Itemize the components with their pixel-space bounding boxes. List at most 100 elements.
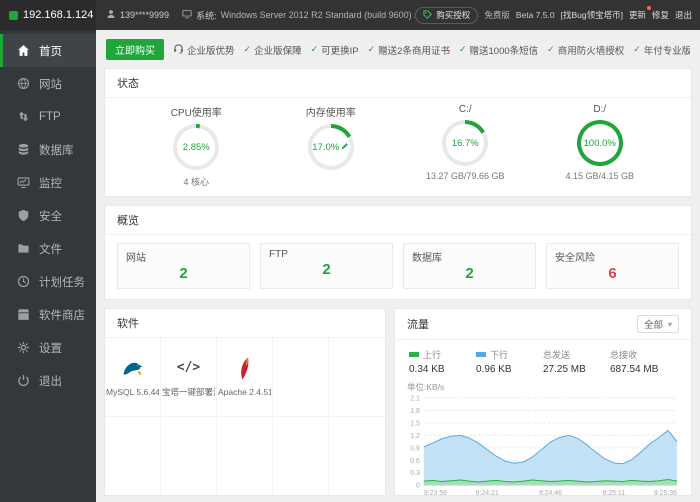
status-title: 状态: [117, 75, 139, 91]
check-icon: ✓: [459, 44, 467, 55]
svg-text:2.1: 2.1: [410, 395, 420, 402]
software-item[interactable]: </> 宝塔一键部署源码 2.0▶: [161, 338, 217, 417]
gauge-sub: [264, 175, 399, 186]
promo-feature[interactable]: ✓赠送2条商用证书: [368, 43, 450, 57]
promo-feature[interactable]: ✓赠送1000条短信: [459, 43, 538, 57]
overview-site[interactable]: 网站 2: [117, 243, 250, 289]
promo-feature[interactable]: ✓企业版保障: [244, 43, 302, 57]
promo-feature[interactable]: ✓年付专业版服务器: [633, 43, 690, 57]
sidebar-item-home[interactable]: 首页: [0, 34, 96, 67]
sidebar-menu: 首页 网站 FTP 数据库 监控 安全 文件 计划任务 软件商店 设置 退出: [0, 34, 96, 397]
legend-total-received: 总接收 687.54 MB: [610, 348, 677, 375]
topbar-logout-link[interactable]: 退出: [675, 9, 692, 21]
legend-up: 上行 0.34 KB: [409, 348, 476, 375]
monitor-icon: [182, 9, 192, 21]
software-empty-cell: [105, 417, 161, 496]
check-icon: ✓: [633, 44, 641, 55]
legend-color-swatch: [476, 352, 486, 357]
gauge-label: 内存使用率: [264, 104, 399, 119]
overview-boxes: 网站 2 FTP 2 数据库 2 安全风险 6: [105, 235, 691, 299]
overview-value: 6: [555, 265, 670, 282]
sidebar-item-label: 设置: [39, 340, 62, 356]
overview-risk[interactable]: 安全风险 6: [546, 243, 679, 289]
logout-icon: [17, 374, 30, 387]
promo-feature[interactable]: 企业版优势: [173, 43, 235, 57]
mysql-icon: [121, 356, 145, 380]
buy-now-button[interactable]: 立即购买: [106, 39, 164, 60]
sidebar-item-database[interactable]: 数据库: [0, 133, 96, 166]
promo-feature[interactable]: ✓可更换IP: [311, 43, 359, 57]
topbar: 192.168.1.124 139****9999 系统: Windows Se…: [0, 0, 700, 30]
gauge-ring: 2.85%: [173, 124, 219, 170]
version-text: Beta 7.5.0: [516, 10, 555, 20]
legend-down: 下行 0.96 KB: [476, 348, 543, 375]
sidebar: 首页 网站 FTP 数据库 监控 安全 文件 计划任务 软件商店 设置 退出: [0, 30, 96, 502]
license-badge[interactable]: 购买授权: [415, 7, 478, 24]
svg-text:9:23:56: 9:23:56: [424, 490, 447, 497]
check-icon: ✓: [244, 44, 252, 55]
promo-feature[interactable]: ✓商用防火墙授权: [547, 43, 624, 57]
site-icon: [17, 77, 30, 90]
user-icon: [106, 9, 116, 21]
gauge-value: 16.7%: [452, 138, 479, 149]
status-card: 状态 CPU使用率 2.85% 4 核心 内存使用率 17.0% C:/ 16.…: [104, 68, 692, 197]
gauge-value: 2.85%: [183, 142, 210, 153]
main-content: 立即购买 企业版优势 ✓企业版保障 ✓可更换IP ✓赠送2条商用证书 ✓赠送1000条短…: [96, 30, 700, 502]
files-icon: [17, 242, 30, 255]
overview-value: 2: [269, 261, 384, 278]
svg-text:9:25:11: 9:25:11: [602, 490, 625, 497]
deploy-icon: </>: [177, 355, 200, 379]
home-icon: [17, 44, 30, 57]
cron-icon: [17, 275, 30, 288]
gauge-disk-d: D:/ 100.0% 4.15 GB/4.15 GB: [533, 104, 668, 188]
software-item[interactable]: Apache 2.4.51▶: [217, 338, 273, 417]
traffic-legend: 上行 0.34 KB 下行 0.96 KB 总发送 27.25 MB 总接收 6…: [395, 340, 691, 377]
overview-ftp[interactable]: FTP 2: [260, 243, 393, 289]
check-icon: ✓: [368, 44, 376, 55]
sidebar-item-security[interactable]: 安全: [0, 199, 96, 232]
software-empty-cell: [273, 417, 329, 496]
traffic-chart: 00.30.60.91.21.51.82.19:23:569:24:219:24…: [403, 393, 683, 498]
sidebar-item-label: 退出: [39, 373, 62, 389]
svg-text:0.9: 0.9: [410, 445, 420, 452]
svg-text:0: 0: [416, 483, 420, 490]
chart-unit-label: 单位:KB/s: [395, 377, 691, 393]
sidebar-item-ftp[interactable]: FTP: [0, 100, 96, 133]
svg-text:0.3: 0.3: [410, 470, 420, 477]
sidebar-item-label: 数据库: [39, 142, 74, 158]
svg-text:9:24:21: 9:24:21: [476, 490, 499, 497]
sidebar-item-label: 首页: [39, 43, 62, 59]
sidebar-item-logout[interactable]: 退出: [0, 364, 96, 397]
software-empty-cell: [217, 417, 273, 496]
software-empty-cell: [161, 417, 217, 496]
security-icon: [17, 209, 30, 222]
software-empty-cell: [329, 338, 385, 417]
gauge-ring: 16.7%: [442, 120, 488, 166]
update-link[interactable]: 更新: [629, 9, 646, 21]
bug-bounty-link[interactable]: [找Bug领宝塔币]: [561, 9, 623, 21]
headset-icon: [173, 43, 184, 57]
overview-title: 概览: [117, 212, 139, 228]
appstore-icon: [17, 308, 30, 321]
topbar-info: 139****9999 系统: Windows Server 2012 R2 S…: [96, 9, 415, 22]
edit-icon[interactable]: [341, 142, 349, 153]
sidebar-item-files[interactable]: 文件: [0, 232, 96, 265]
overview-database[interactable]: 数据库 2: [403, 243, 536, 289]
sidebar-item-monitor[interactable]: 监控: [0, 166, 96, 199]
logo-icon: [9, 11, 18, 20]
overview-value: 2: [412, 265, 527, 282]
sidebar-item-label: 软件商店: [39, 307, 85, 323]
software-item[interactable]: MySQL 5.6.44▶: [105, 338, 161, 417]
account-phone[interactable]: 139****9999: [106, 9, 169, 21]
traffic-filter-select[interactable]: 全部 ▾: [637, 315, 679, 333]
ftp-icon: [17, 110, 30, 123]
tag-icon: [423, 10, 432, 21]
sidebar-item-site[interactable]: 网站: [0, 67, 96, 100]
sidebar-item-settings[interactable]: 设置: [0, 331, 96, 364]
sidebar-item-appstore[interactable]: 软件商店: [0, 298, 96, 331]
sidebar-item-cron[interactable]: 计划任务: [0, 265, 96, 298]
monitor-icon: [17, 176, 30, 189]
repair-link[interactable]: 修复: [652, 9, 669, 21]
svg-text:0.6: 0.6: [410, 458, 420, 465]
svg-text:1.2: 1.2: [410, 433, 420, 440]
